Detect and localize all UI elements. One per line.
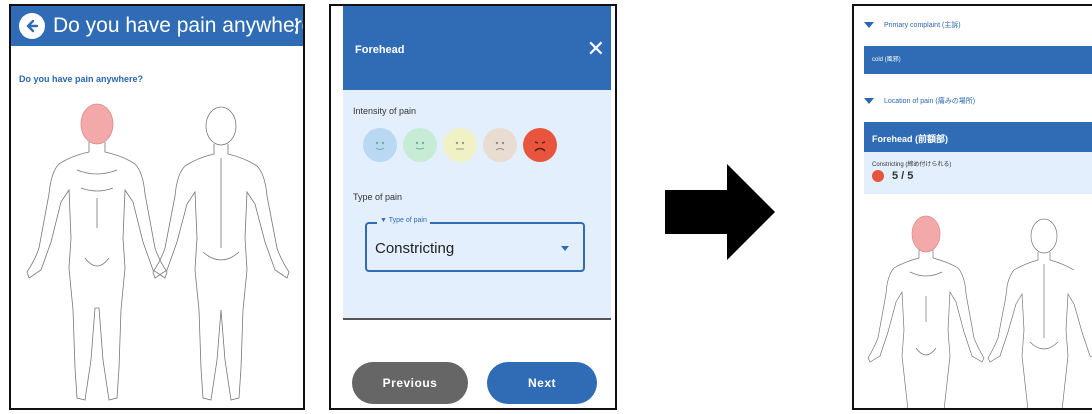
- pain-type-select-value: Constricting: [375, 240, 455, 257]
- dialog-body: Intensity of pain Type of pain ▼ Type of…: [343, 90, 611, 318]
- primary-complaint-header[interactable]: Primary complaint (主訴): [864, 20, 961, 30]
- close-icon[interactable]: ✕: [587, 38, 605, 60]
- primary-complaint-label: Primary complaint (主訴): [884, 22, 961, 29]
- location-label: Location of pain (痛みの場所): [884, 98, 976, 105]
- screen-pain-detail-dialog: Forehead ✕ Intensity of pain Type of pai…: [329, 4, 617, 410]
- dialog-header: Forehead ✕: [343, 6, 611, 90]
- pain-type-select-legend: ▼ Type of pain: [377, 217, 430, 224]
- screen-pain-location: Do you have pain anywhere? Do you have p…: [9, 4, 305, 410]
- face-smile-icon[interactable]: [363, 128, 397, 162]
- triangle-down-icon: [864, 98, 874, 104]
- triangle-down-icon: [864, 22, 874, 28]
- body-map: [26, 103, 290, 401]
- location-name: Forehead (前額部): [872, 134, 949, 144]
- divider: [343, 318, 611, 320]
- chevron-down-icon: [561, 246, 569, 251]
- face-neutral-icon[interactable]: [443, 128, 477, 162]
- back-arrow-icon[interactable]: [19, 13, 45, 39]
- face-sad-icon[interactable]: [523, 128, 557, 162]
- question-text: Do you have pain anywhere?: [19, 74, 144, 84]
- primary-complaint-value: cold (風邪): [872, 57, 901, 63]
- pain-score-row: 5 / 5: [872, 170, 913, 182]
- location-band[interactable]: Forehead (前額部): [864, 122, 1092, 152]
- dialog-title: Forehead: [355, 44, 405, 56]
- type-of-pain-label: Type of pain: [353, 192, 403, 202]
- pain-type-select[interactable]: ▼ Type of pain Constricting: [365, 217, 585, 272]
- face-frown-icon[interactable]: [483, 128, 517, 162]
- pain-scale: [363, 128, 557, 162]
- right-arrow-icon: [665, 164, 775, 260]
- face-sad-icon: [872, 170, 884, 182]
- body-map-summary: [867, 215, 1092, 408]
- app-bar: Do you have pain anywhere?: [11, 6, 303, 46]
- more-vert-icon[interactable]: [295, 18, 299, 34]
- next-button[interactable]: Next: [487, 362, 597, 404]
- location-header[interactable]: Location of pain (痛みの場所): [864, 96, 975, 106]
- head-region-selected[interactable]: [80, 103, 114, 145]
- intensity-label: Intensity of pain: [353, 106, 417, 116]
- head-region-selected: [911, 215, 941, 253]
- primary-complaint-band: cold (風邪): [864, 46, 1092, 74]
- face-smile-icon[interactable]: [403, 128, 437, 162]
- previous-button[interactable]: Previous: [352, 362, 468, 404]
- pain-detail-row: Constricting (締め付けられる) 5 / 5: [864, 152, 1092, 194]
- pain-type-text: Constricting (締め付けられる): [872, 162, 952, 168]
- app-bar-title: Do you have pain anywhere?: [53, 14, 305, 37]
- screen-summary: Primary complaint (主訴) cold (風邪) Locatio…: [852, 4, 1092, 410]
- pain-score: 5 / 5: [892, 170, 914, 182]
